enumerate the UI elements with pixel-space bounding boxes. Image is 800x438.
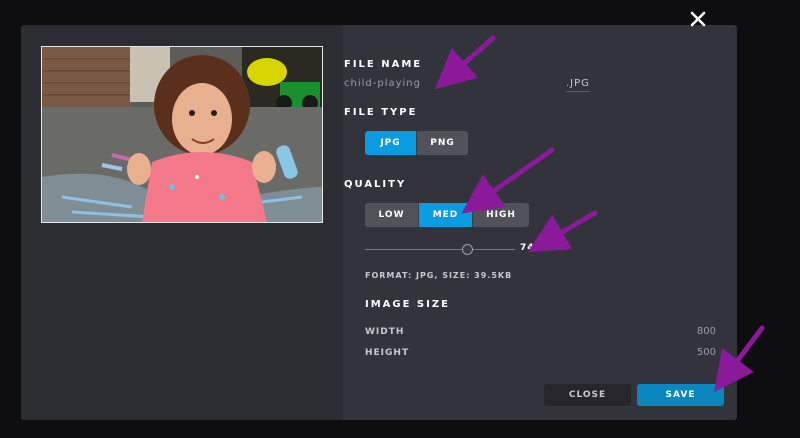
file-type-selector: JPG PNG (365, 131, 468, 155)
quality-percent: 74% (520, 243, 545, 253)
quality-selector: LOW MED HIGH (365, 203, 529, 227)
quality-low-button[interactable]: LOW (365, 203, 419, 227)
file-name-input[interactable] (344, 76, 554, 90)
quality-label: QUALITY (344, 179, 407, 190)
close-button[interactable]: CLOSE (544, 384, 631, 406)
height-label: HEIGHT (365, 348, 410, 358)
image-size-label: IMAGE SIZE (365, 299, 450, 310)
format-info: FORMAT: JPG, SIZE: 39.5KB (365, 271, 513, 280)
slider-thumb[interactable] (462, 244, 473, 255)
close-x-icon[interactable] (688, 9, 708, 29)
slider-track (365, 249, 515, 250)
preview-photo (41, 46, 323, 223)
width-label: WIDTH (365, 327, 405, 337)
file-name-label: FILE NAME (344, 59, 423, 70)
save-button[interactable]: SAVE (637, 384, 724, 406)
file-extension: .JPG (566, 78, 590, 92)
photo-image (42, 47, 322, 222)
quality-slider[interactable] (365, 243, 515, 257)
height-value[interactable]: 500 (697, 347, 716, 358)
preview-pane (21, 25, 343, 420)
file-type-png-button[interactable]: PNG (417, 131, 468, 155)
quality-med-button[interactable]: MED (419, 203, 473, 227)
width-value[interactable]: 800 (697, 326, 716, 337)
quality-high-button[interactable]: HIGH (473, 203, 529, 227)
file-type-jpg-button[interactable]: JPG (365, 131, 417, 155)
file-type-label: FILE TYPE (344, 107, 418, 118)
